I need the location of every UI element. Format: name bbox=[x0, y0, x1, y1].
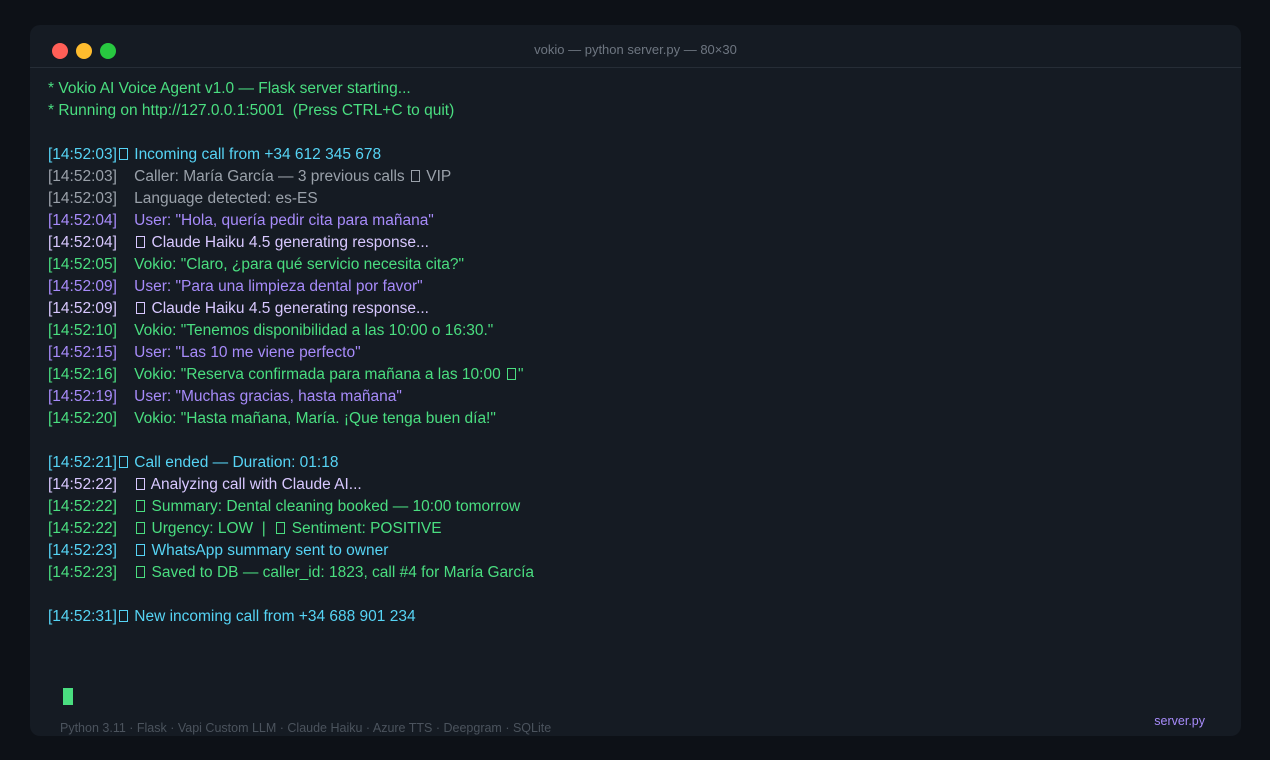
log-line: [14:52:31] New incoming call from +34 68… bbox=[48, 606, 1228, 628]
log-line: * Running on http://127.0.0.1:5001 (Pres… bbox=[48, 102, 455, 119]
timestamp: [14:52:22] bbox=[48, 476, 117, 493]
terminal-output[interactable]: * Vokio AI Voice Agent v1.0 — Flask serv… bbox=[48, 78, 1228, 705]
log-line: [14:52:03] Incoming call from +34 612 34… bbox=[48, 144, 1228, 166]
timestamp: [14:52:15] bbox=[48, 344, 117, 361]
timestamp: [14:52:09] bbox=[48, 278, 117, 295]
terminal-cursor bbox=[63, 688, 73, 705]
log-line: * Vokio AI Voice Agent v1.0 — Flask serv… bbox=[48, 80, 411, 97]
window-title: vokio — python server.py — 80×30 bbox=[534, 42, 737, 57]
phone-icon bbox=[118, 610, 128, 622]
whatsapp-icon bbox=[136, 544, 146, 556]
log-line: [14:52:15] User: "Las 10 me viene perfec… bbox=[48, 342, 1228, 364]
timestamp: [14:52:03] bbox=[48, 168, 117, 185]
timestamp: [14:52:03] bbox=[48, 146, 117, 163]
robot-icon bbox=[136, 302, 146, 314]
sentiment-icon bbox=[276, 522, 286, 534]
log-line: [14:52:23] Saved to DB — caller_id: 1823… bbox=[48, 562, 1228, 584]
star-icon bbox=[410, 170, 420, 182]
timestamp: [14:52:16] bbox=[48, 366, 117, 383]
timestamp: [14:52:09] bbox=[48, 300, 117, 317]
log-line: [14:52:05] Vokio: "Claro, ¿para qué serv… bbox=[48, 254, 1228, 276]
timestamp: [14:52:21] bbox=[48, 454, 117, 471]
file-name-label: server.py bbox=[1154, 714, 1205, 728]
log-line: [14:52:22] Urgency: LOW | Sentiment: POS… bbox=[48, 518, 1228, 540]
log-line: [14:52:04] Claude Haiku 4.5 generating r… bbox=[48, 232, 1228, 254]
log-line: [14:52:20] Vokio: "Hasta mañana, María. … bbox=[48, 408, 1228, 430]
title-bar: vokio — python server.py — 80×30 bbox=[30, 25, 1241, 68]
clipboard-icon bbox=[136, 500, 146, 512]
timestamp: [14:52:03] bbox=[48, 190, 117, 207]
log-line: [14:52:09] User: "Para una limpieza dent… bbox=[48, 276, 1228, 298]
database-icon bbox=[136, 566, 146, 578]
log-line: [14:52:04] User: "Hola, quería pedir cit… bbox=[48, 210, 1228, 232]
timestamp: [14:52:05] bbox=[48, 256, 117, 273]
timestamp: [14:52:04] bbox=[48, 212, 117, 229]
robot-icon bbox=[136, 236, 146, 248]
brain-icon bbox=[136, 478, 146, 490]
timestamp: [14:52:04] bbox=[48, 234, 117, 251]
log-line: [14:52:22] Analyzing call with Claude AI… bbox=[48, 474, 1228, 496]
timestamp: [14:52:19] bbox=[48, 388, 117, 405]
timestamp: [14:52:23] bbox=[48, 564, 117, 581]
urgency-icon bbox=[136, 522, 146, 534]
log-line: [14:52:19] User: "Muchas gracias, hasta … bbox=[48, 386, 1228, 408]
timestamp: [14:52:23] bbox=[48, 542, 117, 559]
log-line: [14:52:03] Caller: María García — 3 prev… bbox=[48, 166, 1228, 188]
timestamp: [14:52:22] bbox=[48, 498, 117, 515]
terminal-window: vokio — python server.py — 80×30 * Vokio… bbox=[30, 25, 1241, 736]
timestamp: [14:52:20] bbox=[48, 410, 117, 427]
hangup-icon bbox=[118, 456, 128, 468]
timestamp: [14:52:31] bbox=[48, 608, 117, 625]
timestamp: [14:52:10] bbox=[48, 322, 117, 339]
log-line: [14:52:21] Call ended — Duration: 01:18 bbox=[48, 452, 1228, 474]
check-icon bbox=[507, 368, 517, 380]
log-line: [14:52:10] Vokio: "Tenemos disponibilida… bbox=[48, 320, 1228, 342]
log-line: [14:52:09] Claude Haiku 4.5 generating r… bbox=[48, 298, 1228, 320]
tech-stack-footer: Python 3.11 · Flask · Vapi Custom LLM · … bbox=[60, 721, 552, 735]
log-line: [14:52:22] Summary: Dental cleaning book… bbox=[48, 496, 1228, 518]
log-line: [14:52:03] Language detected: es-ES bbox=[48, 188, 1228, 210]
log-line: [14:52:23] WhatsApp summary sent to owne… bbox=[48, 540, 1228, 562]
timestamp: [14:52:22] bbox=[48, 520, 117, 537]
phone-icon bbox=[118, 148, 128, 160]
log-line: [14:52:16] Vokio: "Reserva confirmada pa… bbox=[48, 364, 1228, 386]
